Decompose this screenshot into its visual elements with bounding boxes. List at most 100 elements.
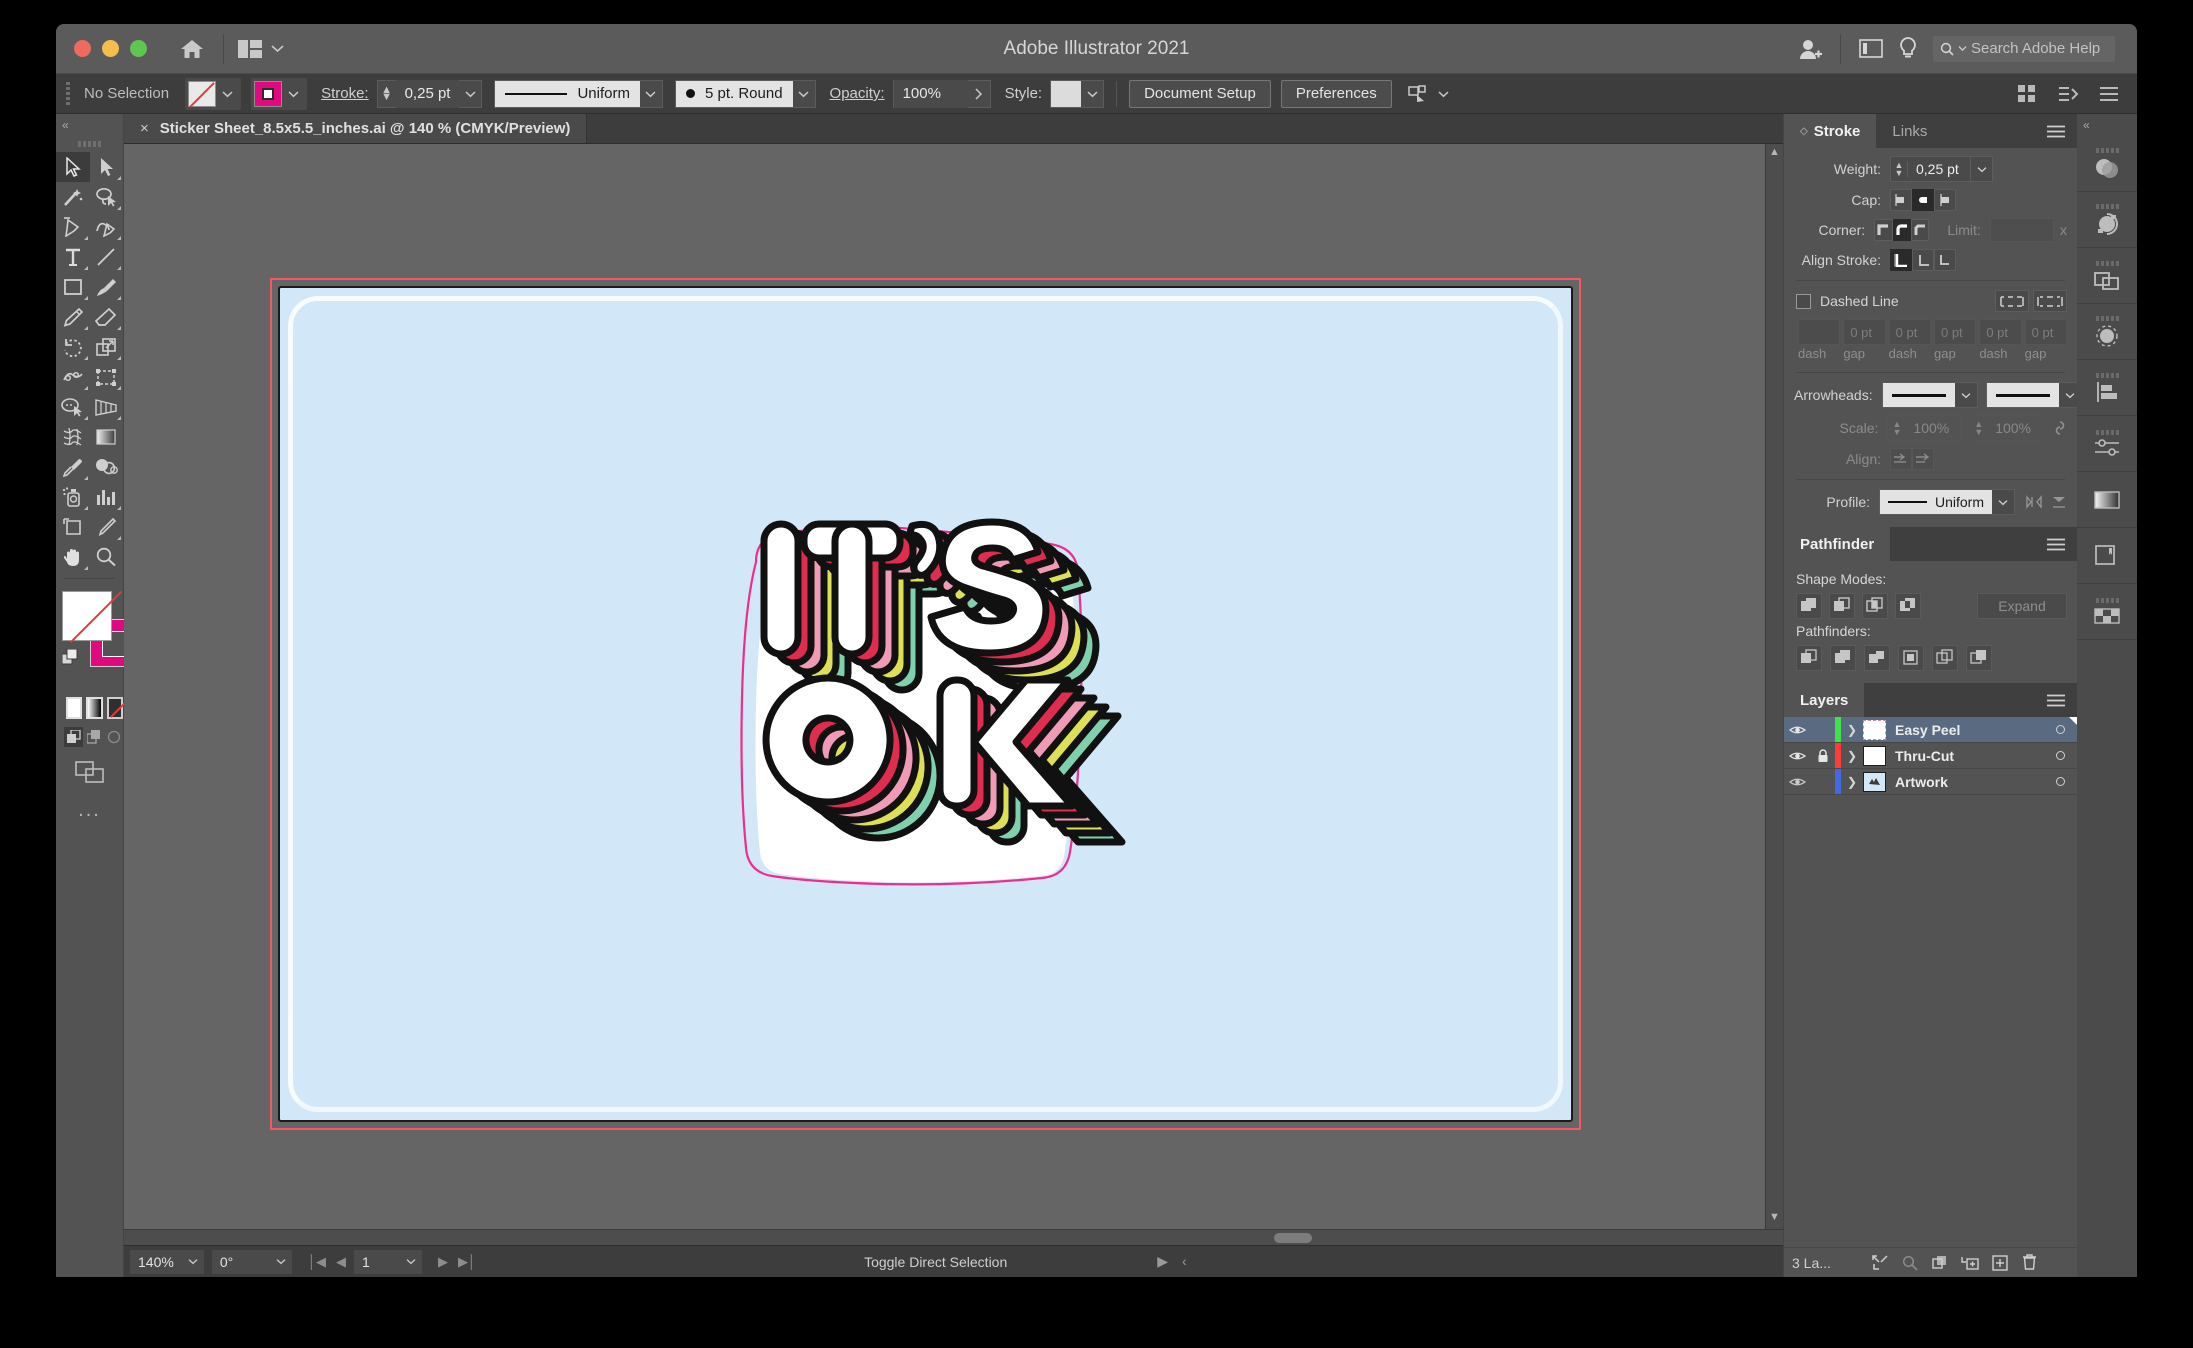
flip-along-icon[interactable] xyxy=(2051,494,2067,510)
layer-target-indicator[interactable] xyxy=(2043,777,2077,786)
more-tools-button[interactable]: ... xyxy=(56,799,123,822)
layer-expand-chevron-right-icon[interactable]: ❯ xyxy=(1841,775,1863,789)
extend-arrow-tip-button[interactable] xyxy=(1890,448,1912,470)
home-icon[interactable] xyxy=(175,32,209,66)
brush-definition-chevron-down-icon[interactable] xyxy=(793,81,815,107)
status-expand-icon[interactable]: ▶ xyxy=(1157,1253,1168,1270)
maximize-window-button[interactable] xyxy=(130,40,147,57)
layer-name[interactable]: Artwork xyxy=(1895,774,2043,790)
window-controls[interactable] xyxy=(74,40,147,57)
align-stroke-inside-button[interactable] xyxy=(1912,249,1934,271)
rail-item-gradient[interactable] xyxy=(2077,472,2137,528)
layer-expand-chevron-right-icon[interactable]: ❯ xyxy=(1841,723,1863,737)
zoom-chevron-down-icon[interactable] xyxy=(181,1249,204,1274)
draw-normal-icon[interactable] xyxy=(64,727,83,747)
dash-field-1[interactable] xyxy=(1798,319,1841,345)
sidebar-item-eyedropper-tool[interactable] xyxy=(56,452,90,482)
align-stroke-center-button[interactable] xyxy=(1890,249,1912,271)
none-swatch-button[interactable] xyxy=(106,697,123,719)
preferences-button[interactable]: Preferences xyxy=(1280,79,1392,108)
stroke-label[interactable]: Stroke: xyxy=(321,85,369,102)
stroke-weight-chevron-down-icon[interactable] xyxy=(459,81,481,107)
fill-swatch[interactable] xyxy=(188,80,217,107)
panel-menu-icon[interactable] xyxy=(2035,683,2077,717)
arrowhead-end-combo[interactable] xyxy=(1985,382,2082,408)
vertical-scrollbar[interactable]: ▲ ▼ xyxy=(1765,144,1783,1229)
sidebar-item-slice-tool[interactable] xyxy=(90,512,124,542)
scroll-down-icon[interactable]: ▼ xyxy=(1766,1211,1783,1227)
opacity-control[interactable]: 100% xyxy=(892,79,991,108)
sidebar-item-line-segment-tool[interactable] xyxy=(90,242,124,272)
sidebar-item-pencil-tool[interactable] xyxy=(56,302,90,332)
miter-limit-field[interactable] xyxy=(1989,218,2054,242)
sidebar-item-rectangle-tool[interactable] xyxy=(56,272,90,302)
sidebar-item-lasso-tool[interactable] xyxy=(90,182,124,212)
default-fill-stroke-icon[interactable] xyxy=(62,649,79,666)
weight-stepper[interactable]: ▲ ▼ xyxy=(1891,161,1908,178)
arrowhead-scale-end-field[interactable]: ▲ ▼ 100% xyxy=(1969,415,2043,441)
rail-item-recolor-artwork[interactable] xyxy=(2077,192,2137,248)
dash-field-4[interactable]: 0 pt xyxy=(1933,319,1977,345)
unite-button[interactable] xyxy=(1796,593,1822,619)
layer-visibility-toggle[interactable] xyxy=(1784,724,1811,736)
minus-front-button[interactable] xyxy=(1829,593,1855,619)
merge-button[interactable] xyxy=(1864,645,1890,671)
gradient-swatch-button[interactable] xyxy=(86,697,103,719)
layer-name[interactable]: Easy Peel xyxy=(1895,722,2043,738)
sticker-artwork[interactable] xyxy=(720,496,1140,916)
rail-item-attributes[interactable] xyxy=(2077,416,2137,472)
document-tab[interactable]: × Sticker Sheet_8.5x5.5_inches.ai @ 140 … xyxy=(124,114,588,143)
flip-across-icon[interactable] xyxy=(2025,495,2043,509)
stroke-weight-stepper[interactable]: ▲ ▼ xyxy=(378,84,396,102)
fill-swatch-group[interactable] xyxy=(185,77,242,110)
align-stroke-outside-button[interactable] xyxy=(1934,249,1956,271)
rail-item-align[interactable] xyxy=(2077,360,2137,416)
rail-item-transparency[interactable] xyxy=(2077,136,2137,192)
last-artboard-icon[interactable]: ▶│ xyxy=(458,1254,476,1270)
tab-links[interactable]: Links xyxy=(1876,114,1943,148)
horizontal-scroll-thumb[interactable] xyxy=(1274,1233,1312,1243)
close-window-button[interactable] xyxy=(74,40,91,57)
dash-preserve-exact-icon[interactable] xyxy=(1995,290,2029,312)
artboard-chevron-down-icon[interactable] xyxy=(399,1249,422,1274)
close-icon[interactable]: × xyxy=(140,120,149,137)
control-bar-grip[interactable] xyxy=(64,81,74,107)
panels-collapse-button[interactable]: « xyxy=(2077,114,2137,136)
intersect-button[interactable] xyxy=(1862,593,1888,619)
first-artboard-icon[interactable]: │◀ xyxy=(308,1254,326,1270)
rail-item-layers-stack[interactable] xyxy=(2077,248,2137,304)
rotation-value[interactable]: 0° xyxy=(211,1249,270,1274)
zoom-level-value[interactable]: 140% xyxy=(130,1249,182,1274)
weight-value[interactable]: 0,25 pt xyxy=(1908,161,1970,177)
align-objects-button[interactable] xyxy=(1407,84,1449,103)
width-profile-combo[interactable]: Uniform xyxy=(1879,489,2015,515)
stroke-weight-value[interactable]: 0,25 pt xyxy=(395,79,460,108)
layer-row-easy-peel[interactable]: ❯ Easy Peel xyxy=(1784,717,2077,743)
horizontal-scrollbar[interactable] xyxy=(124,1229,1783,1245)
tab-stroke[interactable]: ◇ Stroke xyxy=(1784,114,1877,148)
opacity-expand-icon[interactable] xyxy=(968,81,990,107)
sidebar-item-selection-tool[interactable] xyxy=(56,152,90,182)
dash-field-2[interactable]: 0 pt xyxy=(1843,319,1886,345)
miter-join-button[interactable] xyxy=(1874,219,1893,241)
sidebar-item-eraser-tool[interactable] xyxy=(90,302,124,332)
dash-field-3[interactable]: 0 pt xyxy=(1888,319,1931,345)
arrange-documents-button[interactable] xyxy=(238,39,284,58)
crop-button[interactable] xyxy=(1898,645,1924,671)
sidebar-item-column-graph-tool[interactable] xyxy=(90,482,124,512)
locate-object-icon[interactable] xyxy=(1865,1254,1895,1271)
canvas[interactable] xyxy=(124,144,1765,1229)
draw-behind-icon[interactable] xyxy=(84,727,103,747)
create-new-sublayer-icon[interactable] xyxy=(1955,1255,1985,1271)
arrowhead-start-combo[interactable] xyxy=(1881,382,1978,408)
layer-row-artwork[interactable]: ❯ Artwork xyxy=(1784,769,2077,795)
sidebar-item-type-tool[interactable] xyxy=(56,242,90,272)
variable-width-profile-control[interactable]: Uniform xyxy=(494,79,663,108)
make-clipping-mask-icon[interactable] xyxy=(1925,1255,1955,1271)
sidebar-item-scale-tool[interactable] xyxy=(90,332,124,362)
arrowhead-scale-start-field[interactable]: ▲ ▼ 100% xyxy=(1887,415,1962,441)
sidebar-item-free-transform-tool[interactable] xyxy=(90,362,124,392)
layer-visibility-toggle[interactable] xyxy=(1784,750,1811,762)
brush-definition-control[interactable]: 5 pt. Round xyxy=(674,79,816,108)
minimize-window-button[interactable] xyxy=(102,40,119,57)
